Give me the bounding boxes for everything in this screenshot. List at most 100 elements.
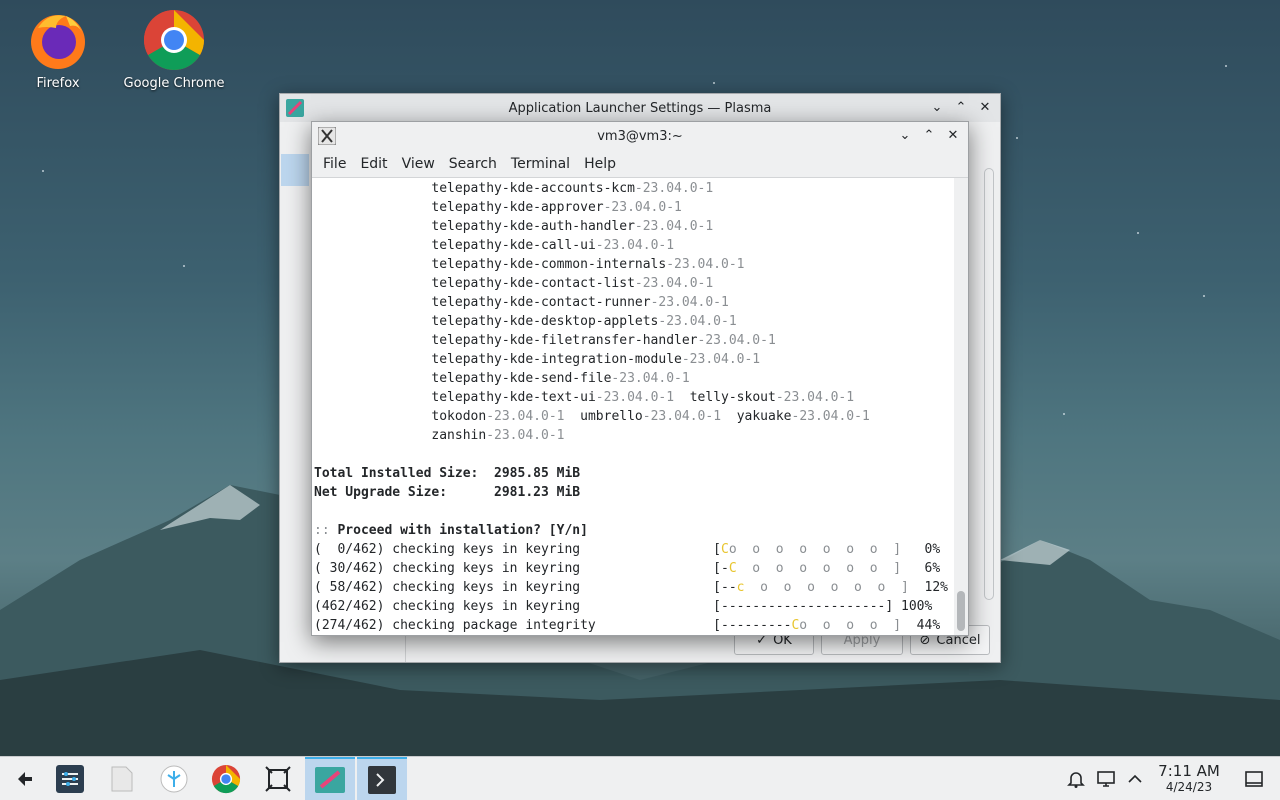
progress-line: ( 0/462) checking keys in keyring [Co o …: [314, 540, 952, 559]
taskbar-chrome[interactable]: [201, 757, 251, 800]
package-name: telepathy-kde-filetransfer-handler: [431, 333, 698, 348]
taskbar-files[interactable]: [97, 757, 147, 800]
package-version: -23.04.0-1: [634, 276, 714, 291]
terminal-scrollbar[interactable]: [954, 178, 968, 635]
package-version: -23.04.0-1: [611, 371, 690, 386]
package-version: -23.04.0-1: [642, 409, 722, 424]
progress-percent: 100%: [893, 599, 933, 614]
desktop-icon-label: Google Chrome: [123, 76, 225, 91]
taskbar-screenshot[interactable]: [253, 757, 303, 800]
package-version: -23.04.0-1: [603, 200, 682, 215]
taskbar-terminal[interactable]: [357, 757, 407, 800]
launcher-icon: [18, 772, 32, 786]
total-installed-value: 2985.85 MiB: [494, 466, 581, 481]
net-upgrade-line: Net Upgrade Size: 2981.23 MiB: [314, 483, 952, 502]
chrome-icon: [142, 8, 206, 72]
package-name: telly-skout: [689, 390, 776, 405]
close-icon[interactable]: ✕: [976, 98, 994, 116]
package-name: telepathy-kde-accounts-kcm: [431, 181, 635, 196]
maximize-icon[interactable]: ⌃: [952, 98, 970, 116]
progress-percent: 0%: [901, 542, 941, 557]
terminal-output[interactable]: telepathy-kde-accounts-kcm-23.04.0-1 tel…: [312, 178, 954, 635]
package-name: telepathy-kde-auth-handler: [431, 219, 635, 234]
package-name: telepathy-kde-send-file: [431, 371, 612, 386]
package-line: telepathy-kde-send-file-23.04.0-1: [314, 369, 952, 388]
package-line: telepathy-kde-auth-handler-23.04.0-1: [314, 217, 952, 236]
net-upgrade-label: Net Upgrade Size:: [314, 485, 448, 500]
display-icon[interactable]: [1096, 769, 1116, 793]
menu-help[interactable]: Help: [577, 156, 623, 172]
package-version: -23.04.0-1: [791, 409, 870, 424]
menu-file[interactable]: File: [316, 156, 353, 172]
chrome-icon: [211, 764, 241, 794]
menu-search[interactable]: Search: [442, 156, 504, 172]
scroll-thumb[interactable]: [957, 591, 965, 631]
close-icon[interactable]: ✕: [944, 126, 962, 144]
application-launcher-button[interactable]: [0, 757, 50, 800]
package-version: -23.04.0-1: [697, 333, 776, 348]
progress-list: ( 0/462) checking keys in keyring [Co o …: [314, 540, 952, 635]
taskbar-settings[interactable]: [45, 757, 95, 800]
package-name: telepathy-kde-call-ui: [431, 238, 596, 253]
total-installed-label: Total Installed Size:: [314, 466, 479, 481]
prompt-line: :: Proceed with installation? [Y/n]: [314, 521, 952, 540]
settings-scrollbar[interactable]: [984, 168, 994, 600]
package-version: -23.04.0-1: [634, 181, 714, 196]
maximize-icon[interactable]: ⌃: [920, 126, 938, 144]
minimize-icon[interactable]: ⌄: [928, 98, 946, 116]
progress-bar: [Co o o o o o o ]: [713, 542, 902, 557]
progress-percent: 12%: [908, 580, 949, 595]
clock[interactable]: 7:11 AM 4/24/23: [1156, 763, 1222, 795]
package-line: telepathy-kde-text-ui-23.04.0-1 telly-sk…: [314, 388, 952, 407]
progress-task: ( 30/462) checking keys in keyring: [314, 561, 714, 576]
sidebar-selection: [281, 154, 309, 186]
net-upgrade-value: 2981.23 MiB: [494, 485, 581, 500]
package-name: telepathy-kde-approver: [431, 200, 604, 215]
package-list: telepathy-kde-accounts-kcm-23.04.0-1 tel…: [314, 179, 952, 445]
package-name: zanshin: [431, 428, 487, 443]
package-name: telepathy-kde-desktop-applets: [431, 314, 659, 329]
terminal-title: vm3@vm3:~: [597, 128, 683, 144]
package-name: yakuake: [736, 409, 792, 424]
package-version: -23.04.0-1: [666, 257, 745, 272]
package-line: telepathy-kde-filetransfer-handler-23.04…: [314, 331, 952, 350]
menu-view[interactable]: View: [395, 156, 442, 172]
desktop-icon-google-chrome[interactable]: Google Chrome: [119, 8, 229, 91]
plasma-settings-icon: [315, 767, 345, 793]
terminal-icon: [368, 766, 396, 794]
prompt-text: Proceed with installation? [Y/n]: [337, 523, 588, 538]
desktop-icon-label: Firefox: [36, 76, 80, 91]
package-version: -23.04.0-1: [681, 352, 761, 367]
package-name: telepathy-kde-contact-list: [431, 276, 635, 291]
show-desktop-icon[interactable]: [1244, 769, 1264, 793]
taskbar-plasma-settings[interactable]: [305, 757, 355, 800]
package-version: -23.04.0-1: [634, 219, 714, 234]
expand-tray-icon[interactable]: [1126, 769, 1144, 793]
terminal-titlebar[interactable]: vm3@vm3:~ ⌄ ⌃ ✕: [312, 122, 968, 150]
progress-bar: [--c o o o o o o ]: [713, 580, 909, 595]
package-name: tokodon: [431, 409, 487, 424]
package-name: umbrello: [580, 409, 643, 424]
progress-percent: 6%: [901, 561, 941, 576]
total-installed-line: Total Installed Size: 2985.85 MiB: [314, 464, 952, 483]
desktop-icon-firefox[interactable]: Firefox: [3, 8, 113, 91]
notifications-icon[interactable]: [1066, 769, 1086, 793]
progress-percent: 44%: [901, 618, 941, 633]
settings-titlebar[interactable]: Application Launcher Settings — Plasma ⌄…: [280, 94, 1000, 122]
package-version: -23.04.0-1: [775, 390, 855, 405]
minimize-icon[interactable]: ⌄: [896, 126, 914, 144]
files-icon: [111, 766, 133, 792]
terminal-window[interactable]: vm3@vm3:~ ⌄ ⌃ ✕ File Edit View Search Te…: [311, 121, 969, 636]
progress-line: ( 58/462) checking keys in keyring [--c …: [314, 578, 952, 597]
progress-line: ( 30/462) checking keys in keyring [-C o…: [314, 559, 952, 578]
package-version: -23.04.0-1: [486, 428, 565, 443]
package-version: -23.04.0-1: [595, 238, 675, 253]
taskbar-discover[interactable]: [149, 757, 199, 800]
progress-task: (462/462) checking keys in keyring: [314, 599, 714, 614]
menu-edit[interactable]: Edit: [353, 156, 394, 172]
package-line: telepathy-kde-common-internals-23.04.0-1: [314, 255, 952, 274]
window-title: Application Launcher Settings — Plasma: [508, 100, 772, 116]
menu-terminal[interactable]: Terminal: [504, 156, 577, 172]
